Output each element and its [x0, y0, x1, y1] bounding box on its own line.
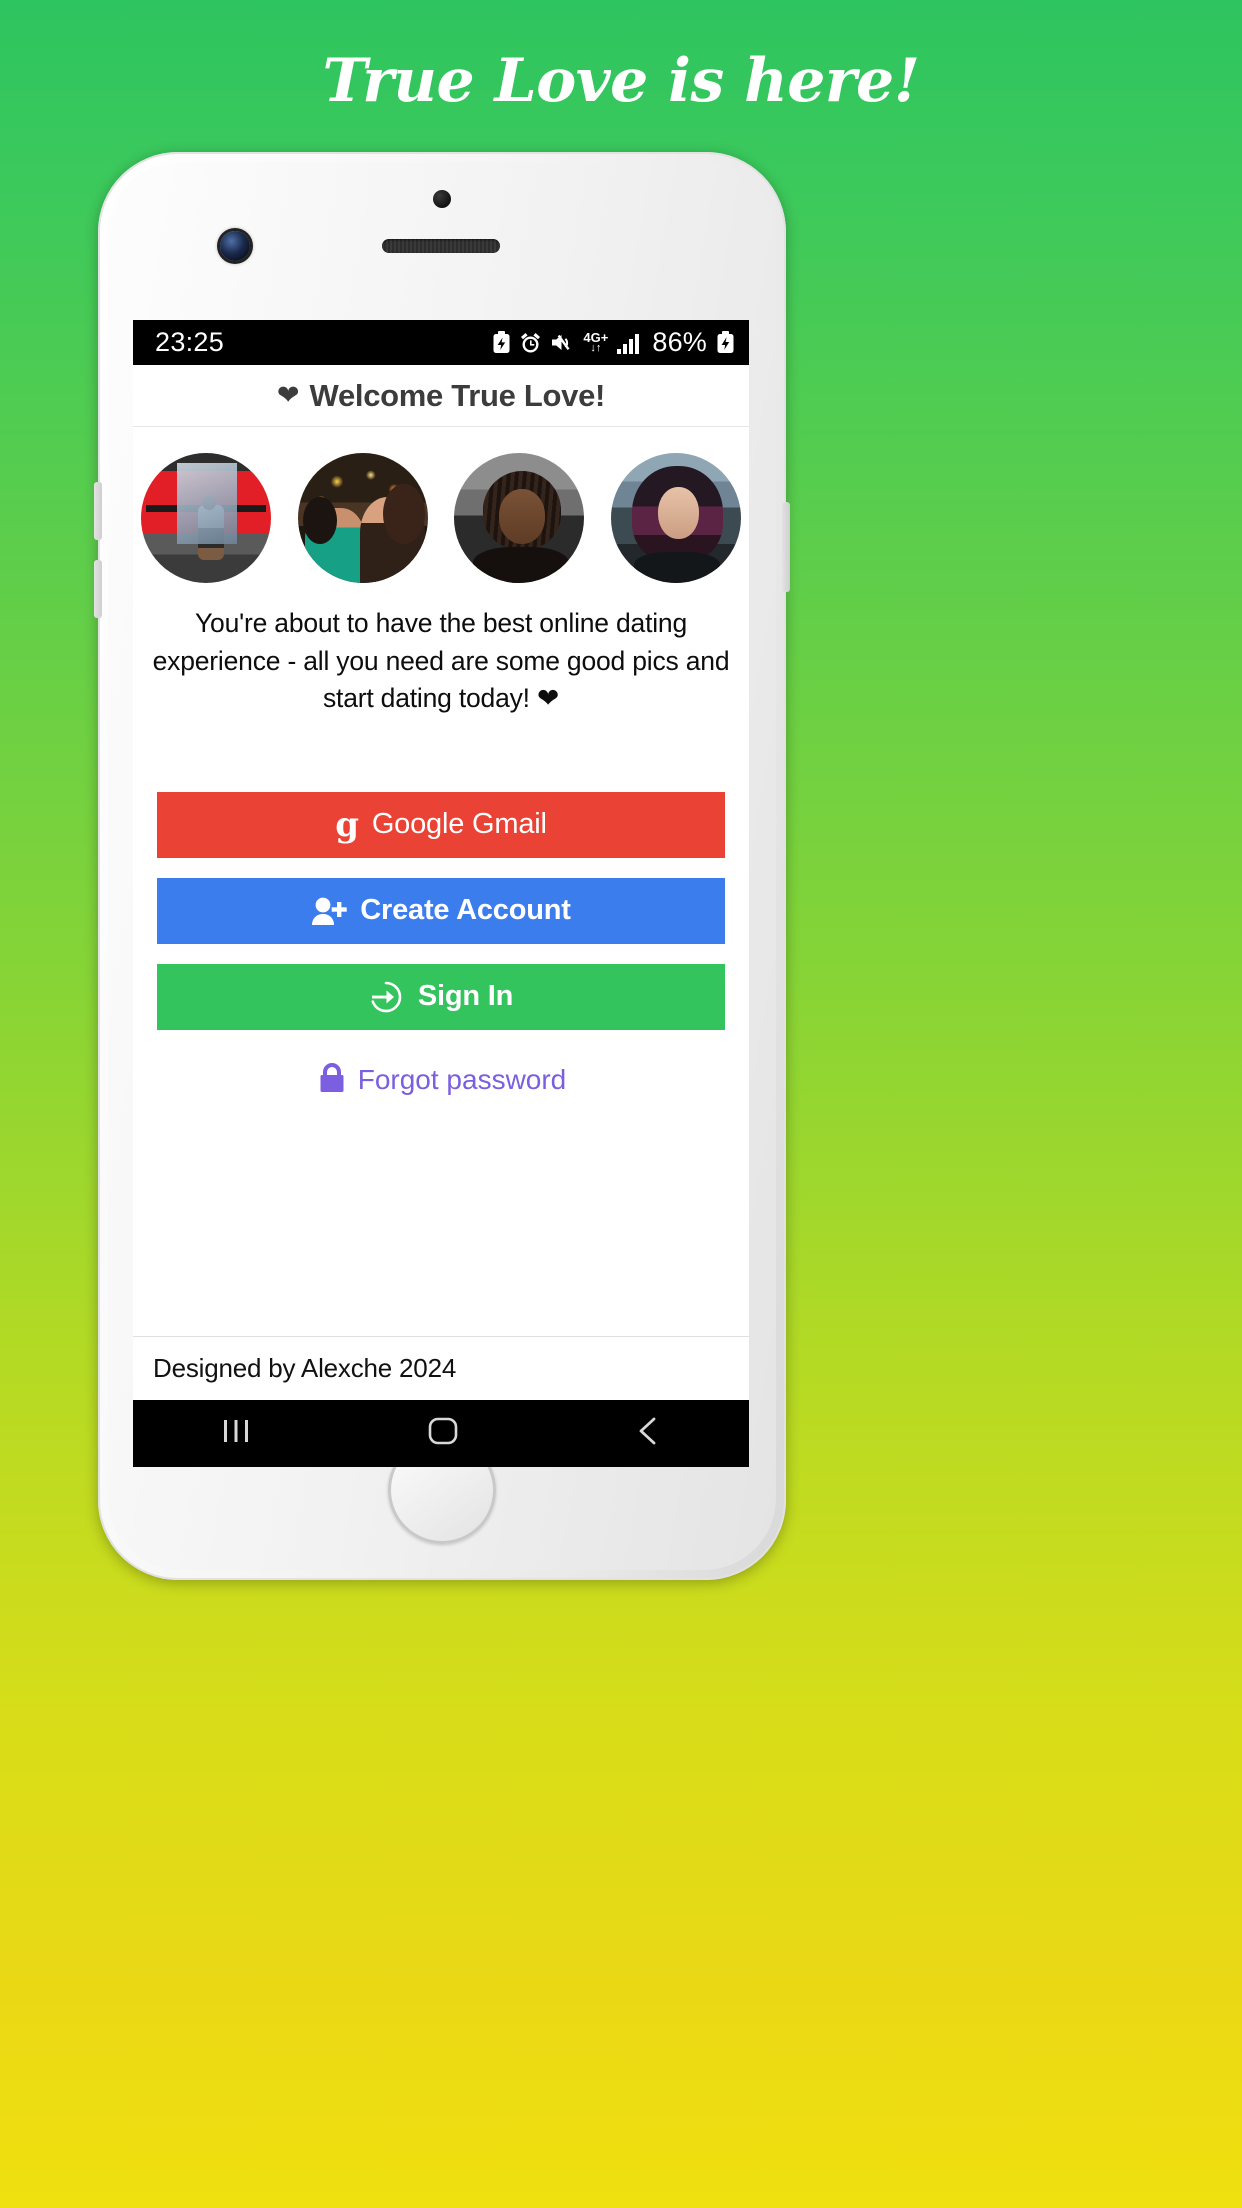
- auth-button-stack: g Google Gmail Create Account Sign In Fo…: [133, 791, 749, 1101]
- app-header: ❤ Welcome True Love!: [133, 365, 749, 427]
- google-gmail-label: Google Gmail: [371, 808, 547, 841]
- profile-photo-3[interactable]: [454, 453, 585, 583]
- heart-icon: ❤: [276, 380, 300, 410]
- volume-down-button[interactable]: [94, 560, 102, 618]
- profile-photo-1[interactable]: [141, 453, 271, 583]
- battery-percent-label: 86%: [652, 327, 707, 357]
- sign-in-button[interactable]: Sign In: [157, 963, 725, 1030]
- signal-bars-icon: [617, 332, 643, 354]
- volume-up-button[interactable]: [94, 482, 102, 540]
- create-account-label: Create Account: [360, 894, 571, 927]
- front-camera-icon: [220, 231, 250, 261]
- status-icons: 4G+ ↓↑ 86%: [492, 327, 735, 358]
- back-icon[interactable]: [633, 1415, 663, 1452]
- earpiece-speaker: [382, 239, 500, 253]
- sign-in-arrow-icon: [369, 980, 405, 1014]
- network-4gplus-icon: 4G+ ↓↑: [583, 330, 609, 354]
- home-icon[interactable]: [426, 1415, 460, 1452]
- status-bar: 23:25 4G+ ↓↑ 86%: [133, 320, 749, 365]
- status-time: 23:25: [155, 327, 225, 357]
- tagline-text: You're about to have the best online dat…: [152, 608, 730, 714]
- profile-photo-4[interactable]: [610, 453, 741, 583]
- battery-saver-icon: [492, 331, 511, 354]
- sign-in-label: Sign In: [417, 980, 514, 1013]
- lock-icon: [316, 1060, 348, 1101]
- create-account-button[interactable]: Create Account: [157, 877, 725, 944]
- proximity-sensor-icon: [433, 190, 451, 208]
- forgot-password-link[interactable]: Forgot password: [157, 1060, 725, 1101]
- google-gmail-button[interactable]: g Google Gmail: [157, 791, 725, 858]
- footer-credit: Designed by Alexche 2024: [133, 1336, 749, 1400]
- android-nav-bar: [133, 1400, 749, 1467]
- page-title: True Love is here!: [322, 46, 920, 116]
- power-button[interactable]: [782, 502, 790, 592]
- google-g-icon: g: [335, 804, 359, 845]
- profile-photo-2[interactable]: [297, 453, 428, 583]
- phone-screen: 23:25 4G+ ↓↑ 86% ❤ Welcome True Love! Yo…: [133, 320, 749, 1400]
- user-plus-icon: [311, 896, 347, 926]
- forgot-password-label: Forgot password: [357, 1064, 567, 1096]
- phone-mockup: 23:25 4G+ ↓↑ 86% ❤ Welcome True Love! Yo…: [94, 152, 790, 1580]
- recents-icon[interactable]: [219, 1416, 253, 1451]
- app-title: Welcome True Love!: [309, 377, 606, 413]
- mute-icon: [550, 332, 574, 353]
- profile-photo-row: [133, 427, 749, 583]
- battery-charging-icon: [716, 331, 735, 354]
- alarm-icon: [520, 332, 541, 354]
